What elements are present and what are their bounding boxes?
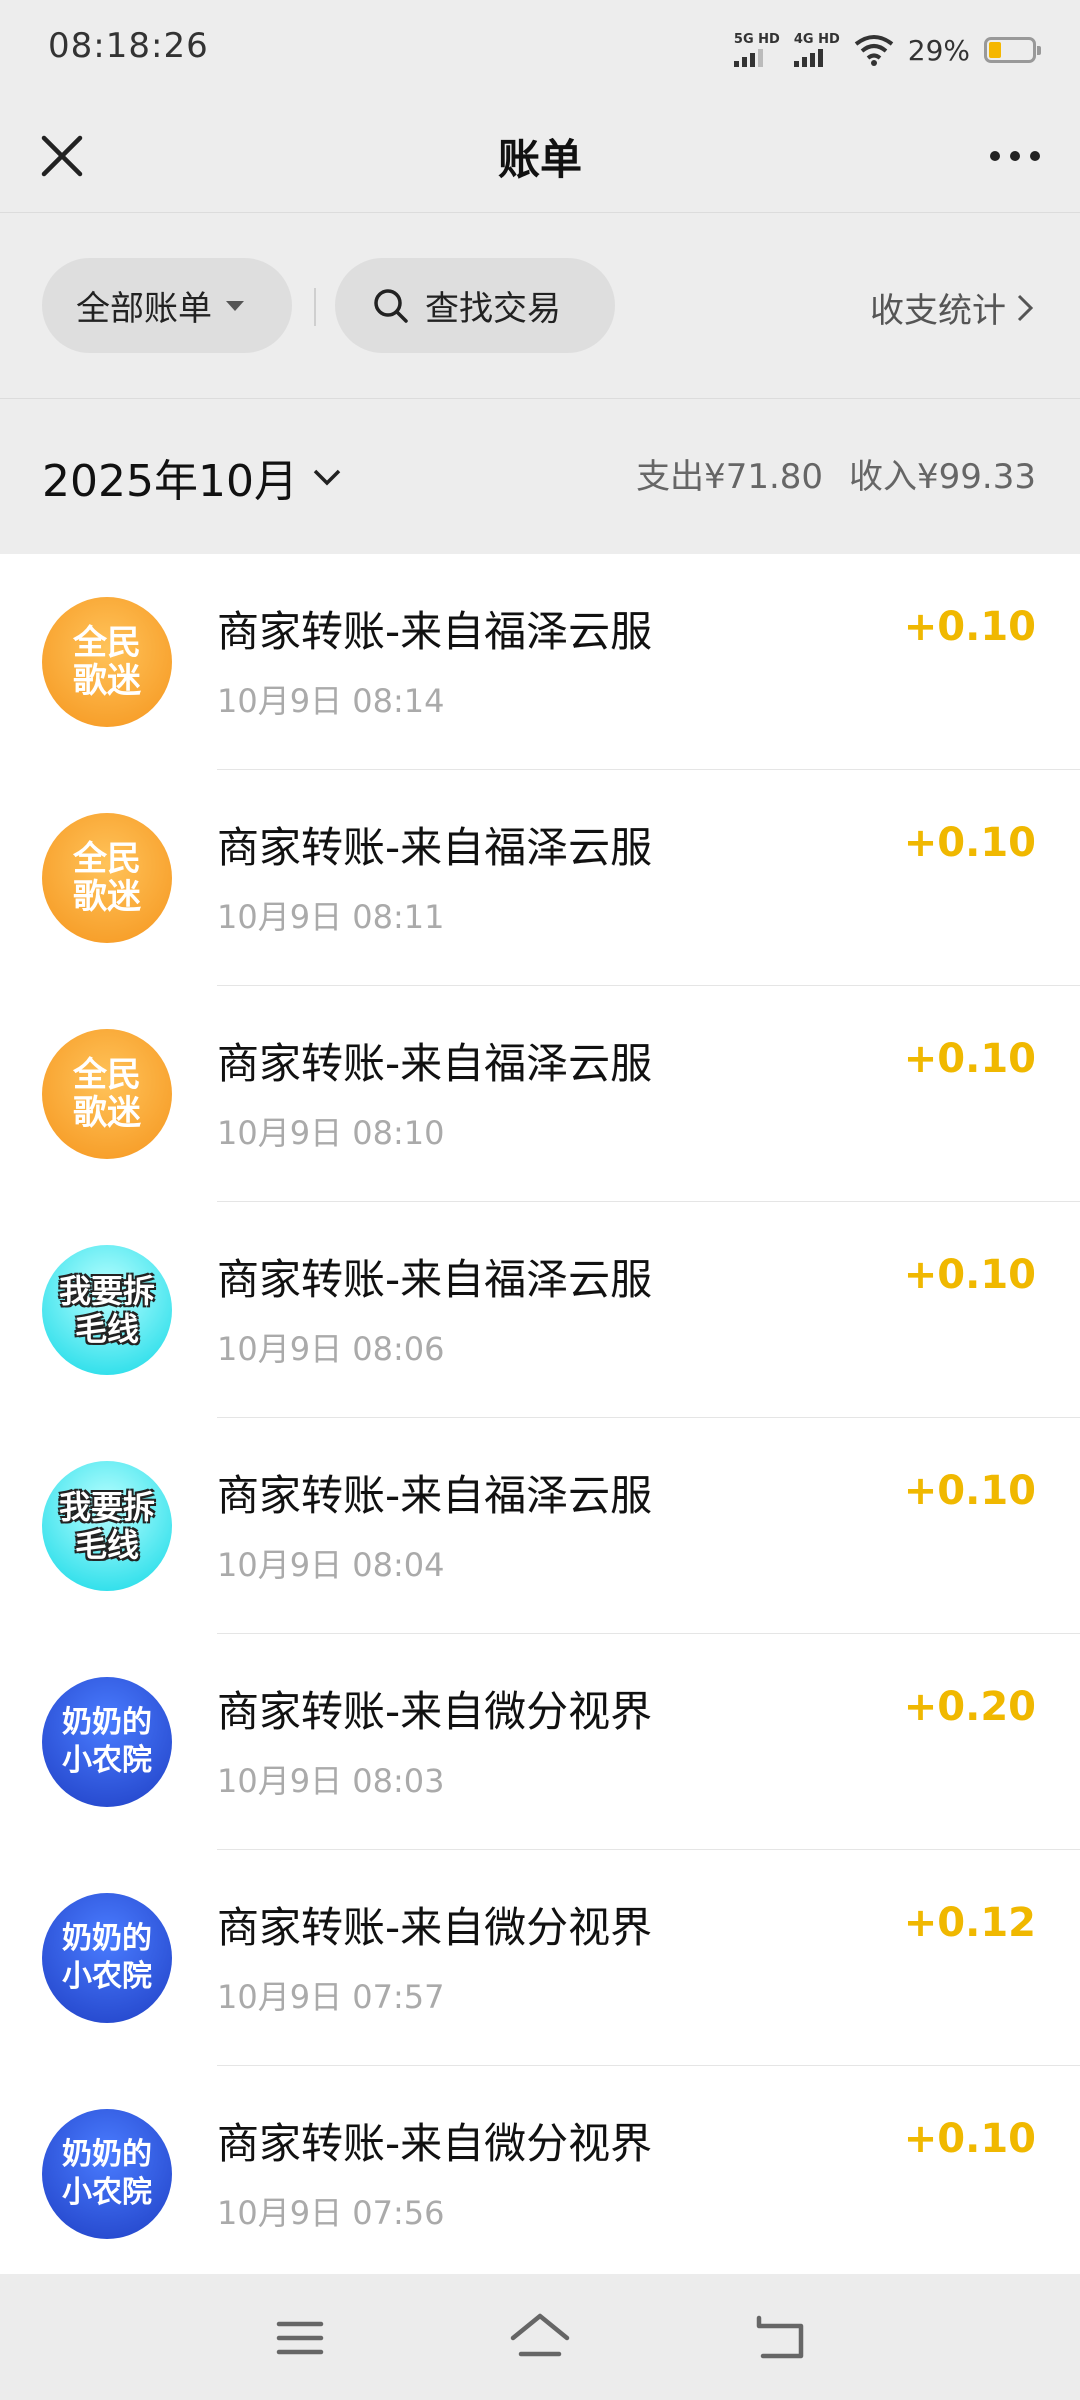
status-time: 08:18:26 — [48, 26, 209, 66]
month-selector[interactable]: 2025年10月 — [42, 445, 342, 509]
avatar-text-line: 我要拆 — [58, 1272, 155, 1310]
transaction-title: 商家转账-来自福泽云服 — [217, 1255, 653, 1304]
transaction-row[interactable]: 我要拆 毛线 商家转账-来自福泽云服 10月9日 08:06 +0.10 — [0, 1202, 1080, 1418]
sim2-signal-icon: 4G HD — [793, 32, 840, 67]
back-icon[interactable] — [745, 2306, 815, 2370]
avatar-text-line: 毛线 — [74, 1526, 139, 1564]
merchant-avatar: 奶奶的 小农院 — [42, 1893, 172, 2023]
avatar-text-line: 小农院 — [62, 1743, 152, 1778]
sim1-label: 5G HD — [733, 32, 780, 47]
income-total: 收入¥99.33 — [849, 457, 1036, 497]
avatar-text-line: 我要拆 — [58, 1488, 155, 1526]
transaction-row[interactable]: 全民 歌迷 商家转账-来自福泽云服 10月9日 08:10 +0.10 — [0, 986, 1080, 1202]
chevron-down-icon — [313, 469, 341, 486]
merchant-avatar: 奶奶的 小农院 — [42, 1677, 172, 1807]
transaction-row[interactable]: 奶奶的 小农院 商家转账-来自微分视界 10月9日 08:03 +0.20 — [0, 1634, 1080, 1850]
avatar-text-line: 毛线 — [74, 1310, 139, 1348]
merchant-avatar: 我要拆 毛线 — [42, 1461, 172, 1591]
transaction-amount: +0.10 — [903, 1036, 1036, 1082]
transaction-amount: +0.10 — [903, 1252, 1036, 1298]
avatar-text-line: 小农院 — [62, 2175, 152, 2210]
avatar-text-line: 歌迷 — [73, 877, 141, 917]
transaction-row[interactable]: 奶奶的 小农院 商家转账-来自微分视界 10月9日 07:57 +0.12 — [0, 1850, 1080, 2066]
transaction-title: 商家转账-来自福泽云服 — [217, 823, 653, 872]
status-icons: 5G HD 4G HD 29% — [733, 28, 1041, 72]
stats-link[interactable]: 收支统计 — [870, 283, 1034, 332]
status-bar: 08:18:26 5G HD 4G HD 29% — [0, 0, 1080, 100]
transaction-time: 10月9日 08:10 — [217, 1114, 445, 1152]
month-header: 2025年10月 支出¥71.80 收入¥99.33 — [0, 399, 1080, 554]
avatar-text-line: 全民 — [73, 1055, 141, 1095]
battery-percent: 29% — [907, 33, 970, 67]
all-bills-label: 全部账单 — [76, 289, 212, 329]
transaction-time: 10月9日 07:57 — [217, 1978, 445, 2016]
menu-icon[interactable] — [265, 2306, 335, 2370]
transaction-list: 全民 歌迷 商家转账-来自福泽云服 10月9日 08:14 +0.10 全民 歌迷 商家转账-… — [0, 554, 1080, 2274]
transaction-time: 10月9日 07:56 — [217, 2194, 445, 2232]
search-icon — [374, 288, 408, 323]
avatar-text-line: 歌迷 — [73, 1093, 141, 1133]
transaction-amount: +0.10 — [903, 1468, 1036, 1514]
avatar-text-line: 歌迷 — [73, 661, 141, 701]
merchant-avatar: 全民 歌迷 — [42, 1029, 172, 1159]
transaction-time: 10月9日 08:03 — [217, 1762, 445, 1800]
transaction-time: 10月9日 08:04 — [217, 1546, 445, 1584]
merchant-avatar: 奶奶的 小农院 — [42, 2109, 172, 2239]
sim2-label: 4G HD — [793, 32, 840, 47]
transaction-title: 商家转账-来自福泽云服 — [217, 1039, 653, 1088]
search-transactions-button[interactable]: 查找交易 — [335, 258, 615, 353]
transaction-time: 10月9日 08:11 — [217, 898, 445, 936]
transaction-amount: +0.10 — [903, 820, 1036, 866]
transaction-row[interactable]: 我要拆 毛线 商家转账-来自福泽云服 10月9日 08:04 +0.10 — [0, 1418, 1080, 1634]
transaction-title: 商家转账-来自微分视界 — [217, 1903, 653, 1952]
month-label: 2025年10月 — [42, 456, 298, 507]
avatar-text-line: 奶奶的 — [62, 1705, 152, 1740]
transaction-title: 商家转账-来自微分视界 — [217, 1687, 653, 1736]
caret-down-icon — [226, 300, 244, 311]
transaction-row[interactable]: 全民 歌迷 商家转账-来自福泽云服 10月9日 08:11 +0.10 — [0, 770, 1080, 986]
chevron-right-icon — [1017, 294, 1034, 321]
transaction-amount: +0.12 — [903, 1900, 1036, 1946]
sim1-signal-icon: 5G HD — [733, 32, 780, 67]
stats-label: 收支统计 — [870, 291, 1006, 331]
merchant-avatar: 我要拆 毛线 — [42, 1245, 172, 1375]
merchant-avatar: 全民 歌迷 — [42, 597, 172, 727]
nav-bar: 账单 — [0, 100, 1080, 212]
search-label: 查找交易 — [425, 289, 561, 329]
transaction-time: 10月9日 08:14 — [217, 682, 445, 720]
avatar-text-line: 奶奶的 — [62, 1921, 152, 1956]
transaction-amount: +0.10 — [903, 604, 1036, 650]
battery-level — [989, 42, 1002, 58]
transaction-title: 商家转账-来自微分视界 — [217, 2119, 653, 2168]
avatar-text-line: 小农院 — [62, 1959, 152, 1994]
transaction-time: 10月9日 08:06 — [217, 1330, 445, 1368]
wifi-icon — [854, 35, 893, 66]
home-icon[interactable] — [505, 2306, 575, 2370]
transaction-amount: +0.10 — [903, 2116, 1036, 2162]
avatar-text-line: 奶奶的 — [62, 2137, 152, 2172]
all-bills-dropdown[interactable]: 全部账单 — [42, 258, 292, 353]
system-nav-bar — [0, 2274, 1080, 2400]
month-summary: 支出¥71.80 收入¥99.33 — [636, 449, 1036, 498]
merchant-avatar: 全民 歌迷 — [42, 813, 172, 943]
avatar-text-line: 全民 — [73, 623, 141, 663]
filter-bar: 全部账单 查找交易 收支统计 — [0, 213, 1080, 398]
transaction-title: 商家转账-来自福泽云服 — [217, 1471, 653, 1520]
more-icon[interactable] — [980, 124, 1050, 188]
battery-icon — [984, 37, 1041, 63]
transaction-row[interactable]: 奶奶的 小农院 商家转账-来自微分视界 10月9日 07:56 +0.10 — [0, 2066, 1080, 2274]
transaction-amount: +0.20 — [903, 1684, 1036, 1730]
expense-total: 支出¥71.80 — [636, 457, 824, 497]
filter-separator — [314, 288, 316, 326]
page-title: 账单 — [497, 135, 582, 184]
avatar-text-line: 全民 — [73, 839, 141, 879]
transaction-title: 商家转账-来自福泽云服 — [217, 607, 653, 656]
transaction-row[interactable]: 全民 歌迷 商家转账-来自福泽云服 10月9日 08:14 +0.10 — [0, 554, 1080, 770]
